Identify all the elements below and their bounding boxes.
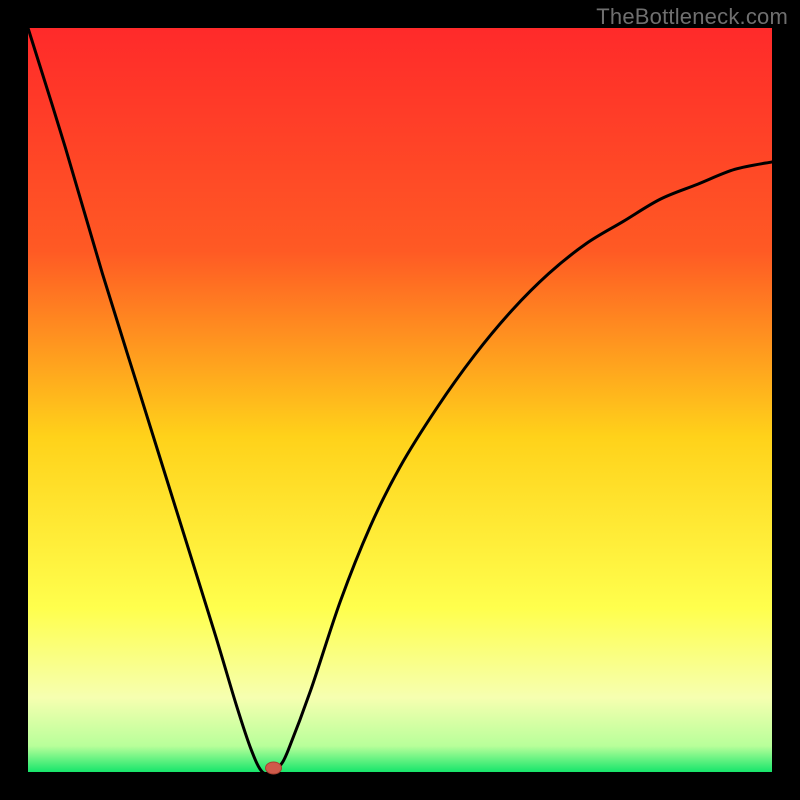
chart-stage: TheBottleneck.com [0,0,800,800]
bottleneck-chart [0,0,800,800]
optimal-point-dot [266,762,282,774]
plot-area [28,28,772,772]
watermark-text: TheBottleneck.com [596,4,788,30]
